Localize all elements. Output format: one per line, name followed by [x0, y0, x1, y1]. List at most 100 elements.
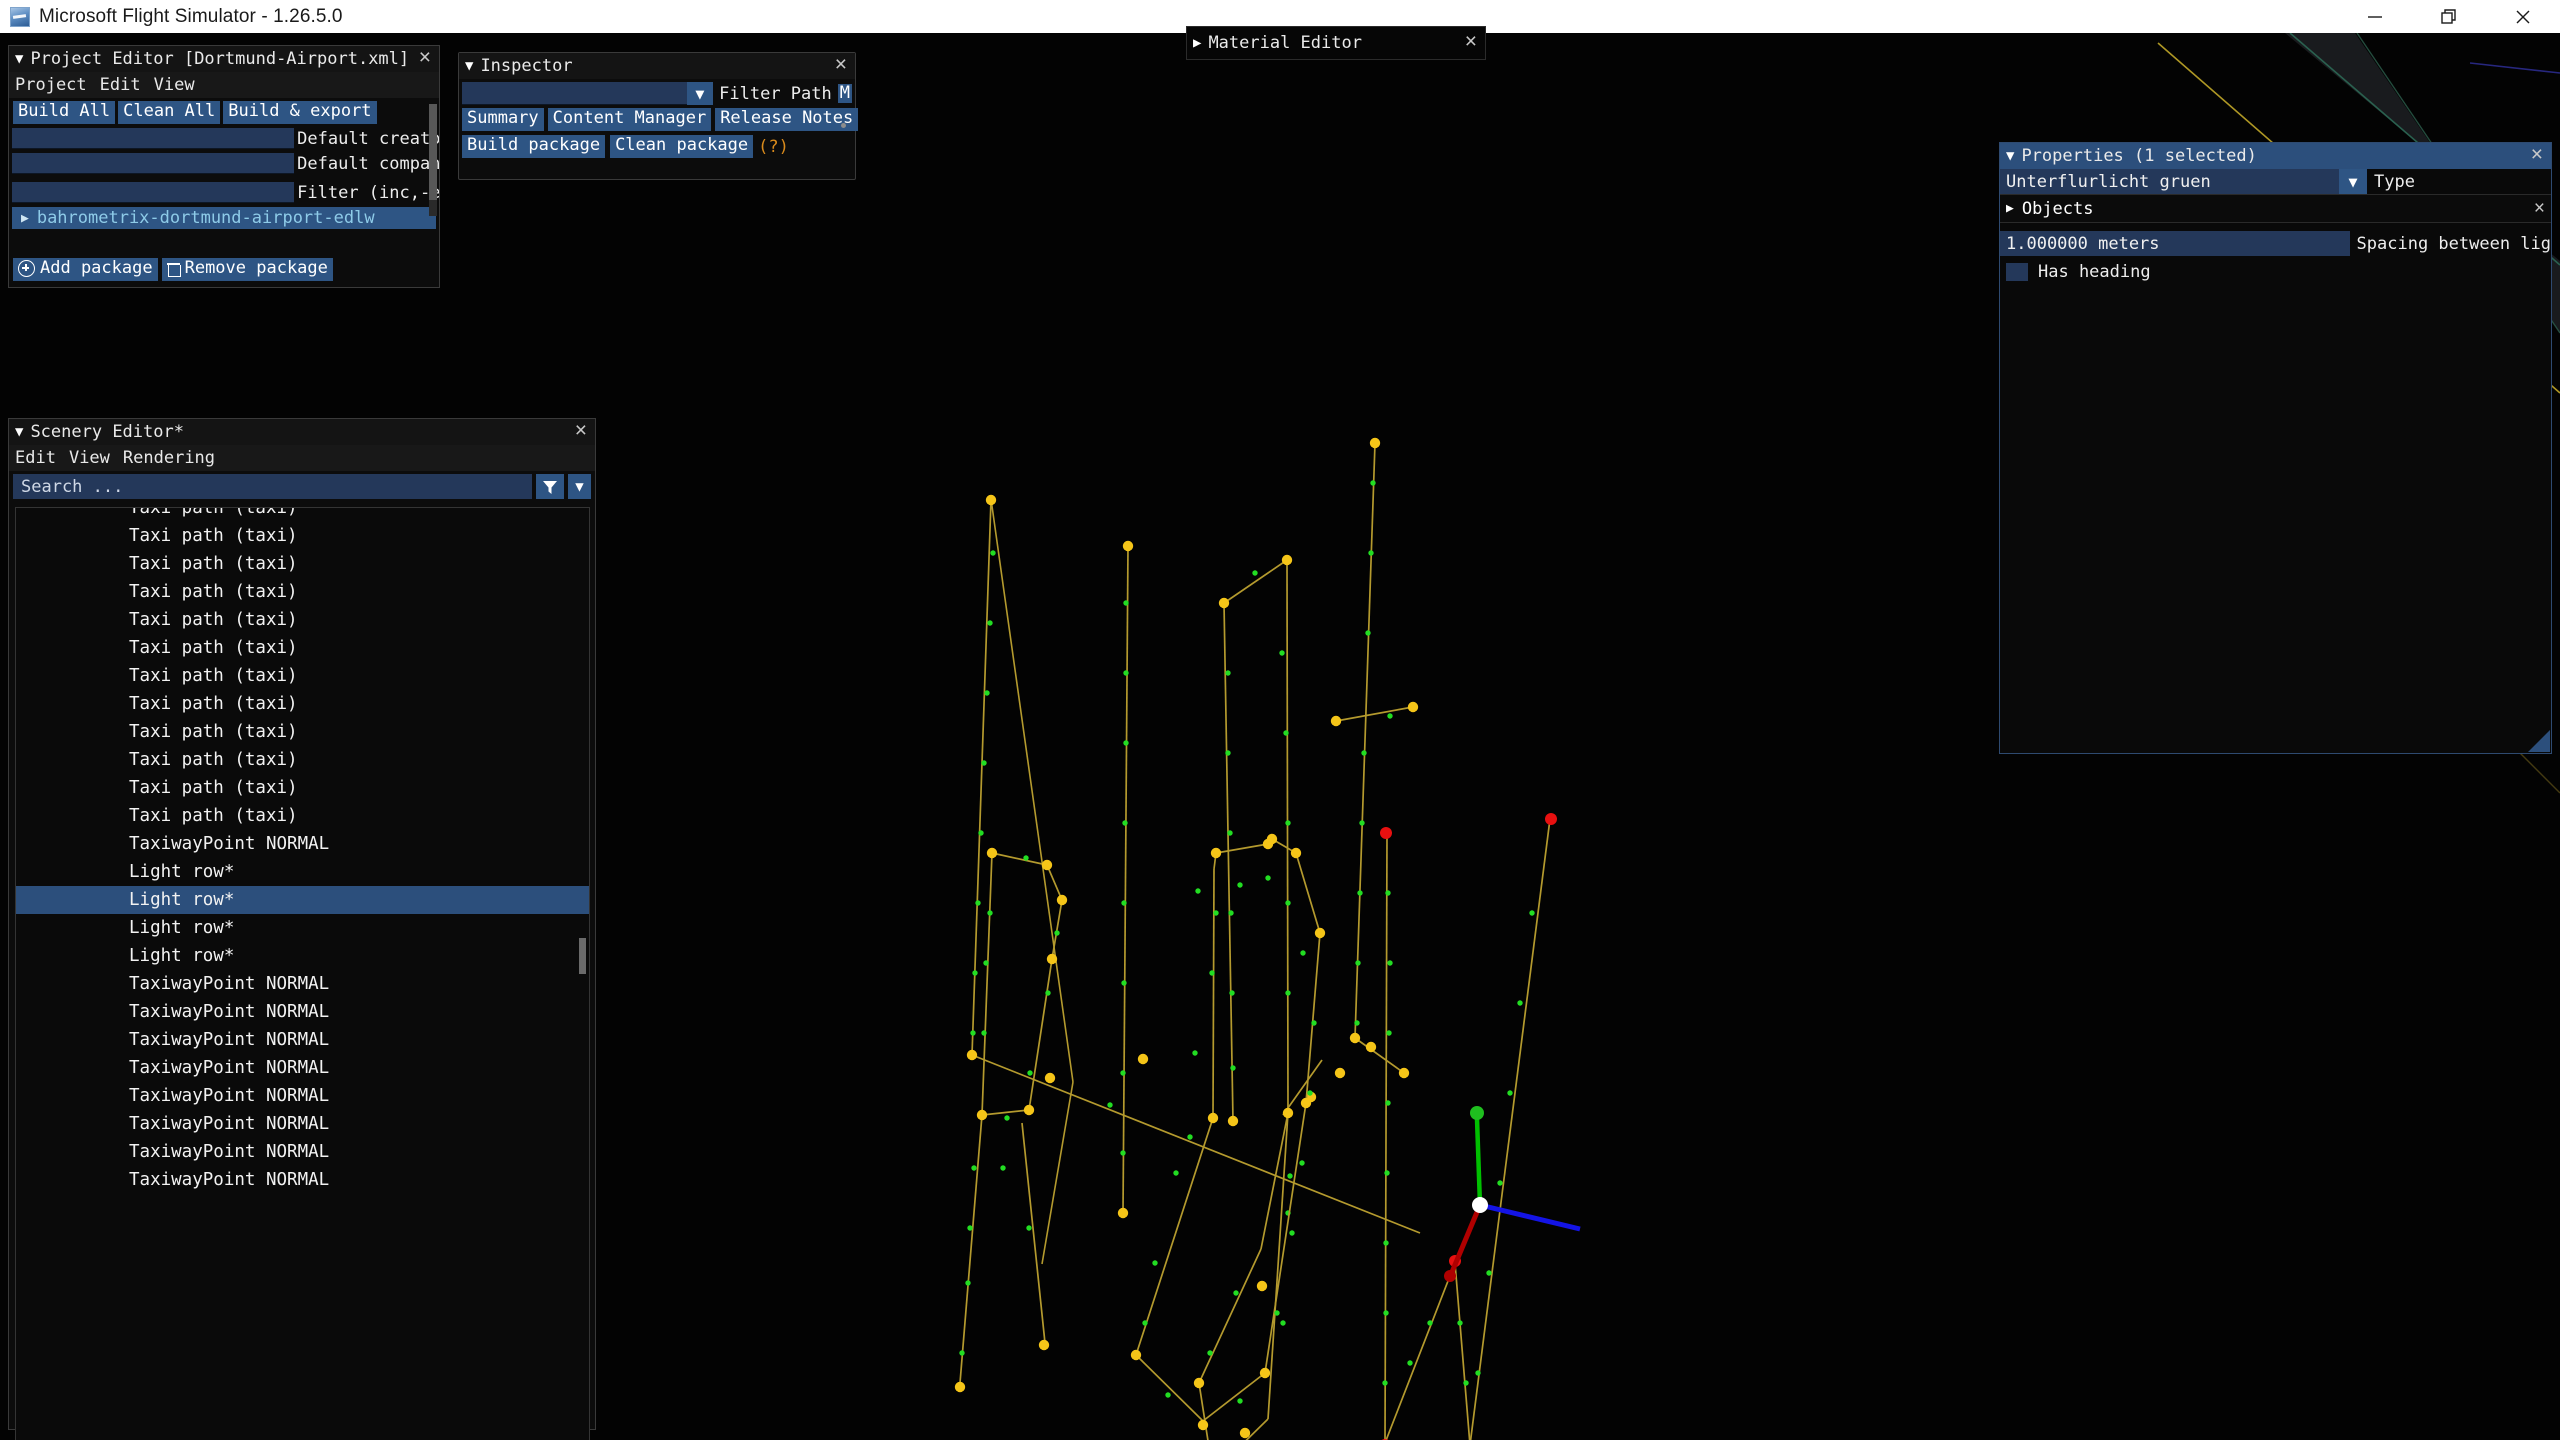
funnel-icon[interactable] [536, 474, 564, 499]
filter-input[interactable] [12, 182, 295, 203]
list-item[interactable]: Taxi path (taxi) [16, 718, 589, 746]
add-package-button[interactable]: Add package [13, 258, 158, 281]
letter-t [1335, 442, 1414, 1074]
tab-summary[interactable]: Summary [462, 108, 544, 131]
objects-group-header[interactable]: ▶ Objects × [2000, 194, 2551, 223]
triangle-down-icon[interactable]: ▼ [465, 59, 473, 73]
list-item[interactable]: Taxi path (taxi) [16, 522, 589, 550]
triangle-down-icon[interactable]: ▼ [2339, 169, 2367, 194]
properties-panel[interactable]: ▼ Properties (1 selected) × Unterflurlic… [1999, 142, 2552, 754]
clean-package-button[interactable]: Clean package [610, 135, 754, 158]
default-company-input[interactable] [12, 153, 295, 174]
triangle-down-icon[interactable]: ▼ [686, 82, 714, 105]
minimize-button[interactable] [2338, 0, 2412, 33]
close-icon[interactable]: × [411, 47, 439, 71]
build-and-export-button[interactable]: Build & export [223, 101, 377, 124]
scenery-editor-title-bar[interactable]: ▼ Scenery Editor* × [9, 419, 595, 445]
close-icon[interactable]: × [827, 54, 855, 78]
list-item[interactable]: Taxi path (taxi) [16, 690, 589, 718]
list-item[interactable]: Taxi path (taxi) [16, 634, 589, 662]
close-icon[interactable]: × [2534, 198, 2551, 220]
list-item[interactable]: Taxi path (taxi) [16, 662, 589, 690]
list-item[interactable]: TaxiwayPoint NORMAL [16, 998, 589, 1026]
menu-edit[interactable]: Edit [100, 75, 141, 95]
list-item[interactable]: Taxi path (taxi) [16, 508, 589, 522]
resize-corner-handle[interactable] [2528, 730, 2550, 752]
project-editor-title-bar[interactable]: ▼ Project Editor [Dortmund-Airport.xml] … [9, 46, 439, 72]
list-item[interactable]: TaxiwayPoint NORMAL [16, 1166, 589, 1194]
app-root: Microsoft Flight Simulator - 1.26.5.0 ▼ … [0, 0, 2560, 1440]
inspector-tabs: Summary Content Manager Release Notes [459, 105, 859, 131]
list-item[interactable]: TaxiwayPoint NORMAL [16, 1054, 589, 1082]
menu-project[interactable]: Project [15, 75, 87, 95]
package-tree-item[interactable]: ▶ bahrometrix-dortmund-airport-edlw [12, 207, 436, 229]
list-item[interactable]: Light row* [16, 942, 589, 970]
inspector-panel[interactable]: ▼ Inspector × ▼ Filter Path M Summary Co… [458, 52, 859, 180]
list-item[interactable]: Taxi path (taxi) [16, 606, 589, 634]
remove-package-button[interactable]: Remove package [161, 258, 333, 281]
scenery-editor-panel[interactable]: ▼ Scenery Editor* × Edit View Rendering … [8, 418, 596, 1440]
menu-view[interactable]: View [154, 75, 195, 95]
project-editor-scrollbar[interactable] [429, 104, 437, 216]
build-package-button[interactable]: Build package [462, 135, 606, 158]
menu-view[interactable]: View [69, 448, 110, 468]
project-editor-panel[interactable]: ▼ Project Editor [Dortmund-Airport.xml] … [8, 45, 440, 288]
project-editor-menubar[interactable]: Project Edit View [9, 72, 439, 98]
close-button[interactable] [2486, 0, 2560, 33]
list-scrollbar-thumb[interactable] [579, 938, 586, 974]
help-icon[interactable]: (?) [758, 137, 789, 157]
triangle-down-icon[interactable]: ▼ [15, 425, 23, 439]
inspector-title-bar[interactable]: ▼ Inspector × [459, 53, 855, 79]
triangle-down-icon[interactable]: ▼ [2006, 149, 2014, 163]
list-item[interactable]: Taxi path (taxi) [16, 774, 589, 802]
material-editor-panel[interactable]: ▶ Material Editor × [1186, 26, 1486, 60]
has-heading-row[interactable]: Has heading [2000, 262, 2551, 282]
triangle-right-icon[interactable]: ▶ [21, 211, 29, 226]
build-all-button[interactable]: Build All [13, 101, 116, 124]
properties-title-bar[interactable]: ▼ Properties (1 selected) × [2000, 143, 2551, 169]
tab-release-notes[interactable]: Release Notes [715, 108, 859, 131]
add-package-label: Add package [40, 258, 153, 278]
restore-button[interactable] [2412, 0, 2486, 33]
clean-all-button[interactable]: Clean All [118, 101, 221, 124]
has-heading-checkbox[interactable] [2006, 263, 2028, 281]
triangle-down-icon[interactable]: ▼ [568, 474, 591, 499]
close-icon[interactable]: × [2523, 144, 2551, 168]
menu-edit[interactable]: Edit [15, 448, 56, 468]
menu-rendering[interactable]: Rendering [123, 448, 215, 468]
search-input[interactable]: Search ... [13, 474, 532, 499]
scenery-object-list[interactable]: Taxi path (taxi) Taxi path (taxi) Taxi p… [15, 507, 590, 1440]
default-creator-label: Default creato [297, 128, 439, 149]
scrollbar-thumb[interactable] [429, 104, 437, 200]
list-item[interactable]: Taxi path (taxi) [16, 578, 589, 606]
list-item[interactable]: TaxiwayPoint NORMAL [16, 970, 589, 998]
list-item[interactable]: Taxi path (taxi) [16, 802, 589, 830]
triangle-right-icon[interactable]: ▶ [2006, 201, 2014, 216]
list-item[interactable]: TaxiwayPoint NORMAL [16, 1110, 589, 1138]
type-value[interactable]: Unterflurlicht gruen [2000, 169, 2339, 194]
close-icon[interactable]: × [1457, 31, 1485, 55]
letter-i [1122, 545, 1129, 1214]
spacing-value[interactable]: 1.000000 meters [2000, 231, 2350, 256]
list-item[interactable]: Taxi path (taxi) [16, 746, 589, 774]
list-item[interactable]: Light row* [16, 914, 589, 942]
close-icon[interactable]: × [567, 420, 595, 444]
scenery-editor-menubar[interactable]: Edit View Rendering [9, 445, 595, 471]
list-item[interactable]: TaxiwayPoint NORMAL [16, 1082, 589, 1110]
list-item[interactable]: Light row* [16, 858, 589, 886]
list-item[interactable]: TaxiwayPoint NORMAL [16, 1026, 589, 1054]
letter-W-selected-points [1380, 813, 1557, 1440]
transform-gizmo [1444, 1106, 1581, 1282]
triangle-down-icon[interactable]: ▼ [15, 52, 23, 66]
list-item-selected[interactable]: Light row* [16, 886, 589, 914]
list-item[interactable]: TaxiwayPoint NORMAL [16, 830, 589, 858]
list-item[interactable]: TaxiwayPoint NORMAL [16, 1138, 589, 1166]
project-editor-footer: Add package Remove package [13, 258, 333, 281]
default-creator-input[interactable] [12, 128, 295, 149]
triangle-right-icon[interactable]: ▶ [1193, 36, 1201, 50]
inspector-filter-input[interactable] [462, 82, 687, 105]
inspector-scroll-dot[interactable] [841, 123, 846, 128]
tab-content-manager[interactable]: Content Manager [547, 108, 712, 131]
material-editor-title-bar[interactable]: ▶ Material Editor × [1187, 27, 1485, 59]
list-item[interactable]: Taxi path (taxi) [16, 550, 589, 578]
